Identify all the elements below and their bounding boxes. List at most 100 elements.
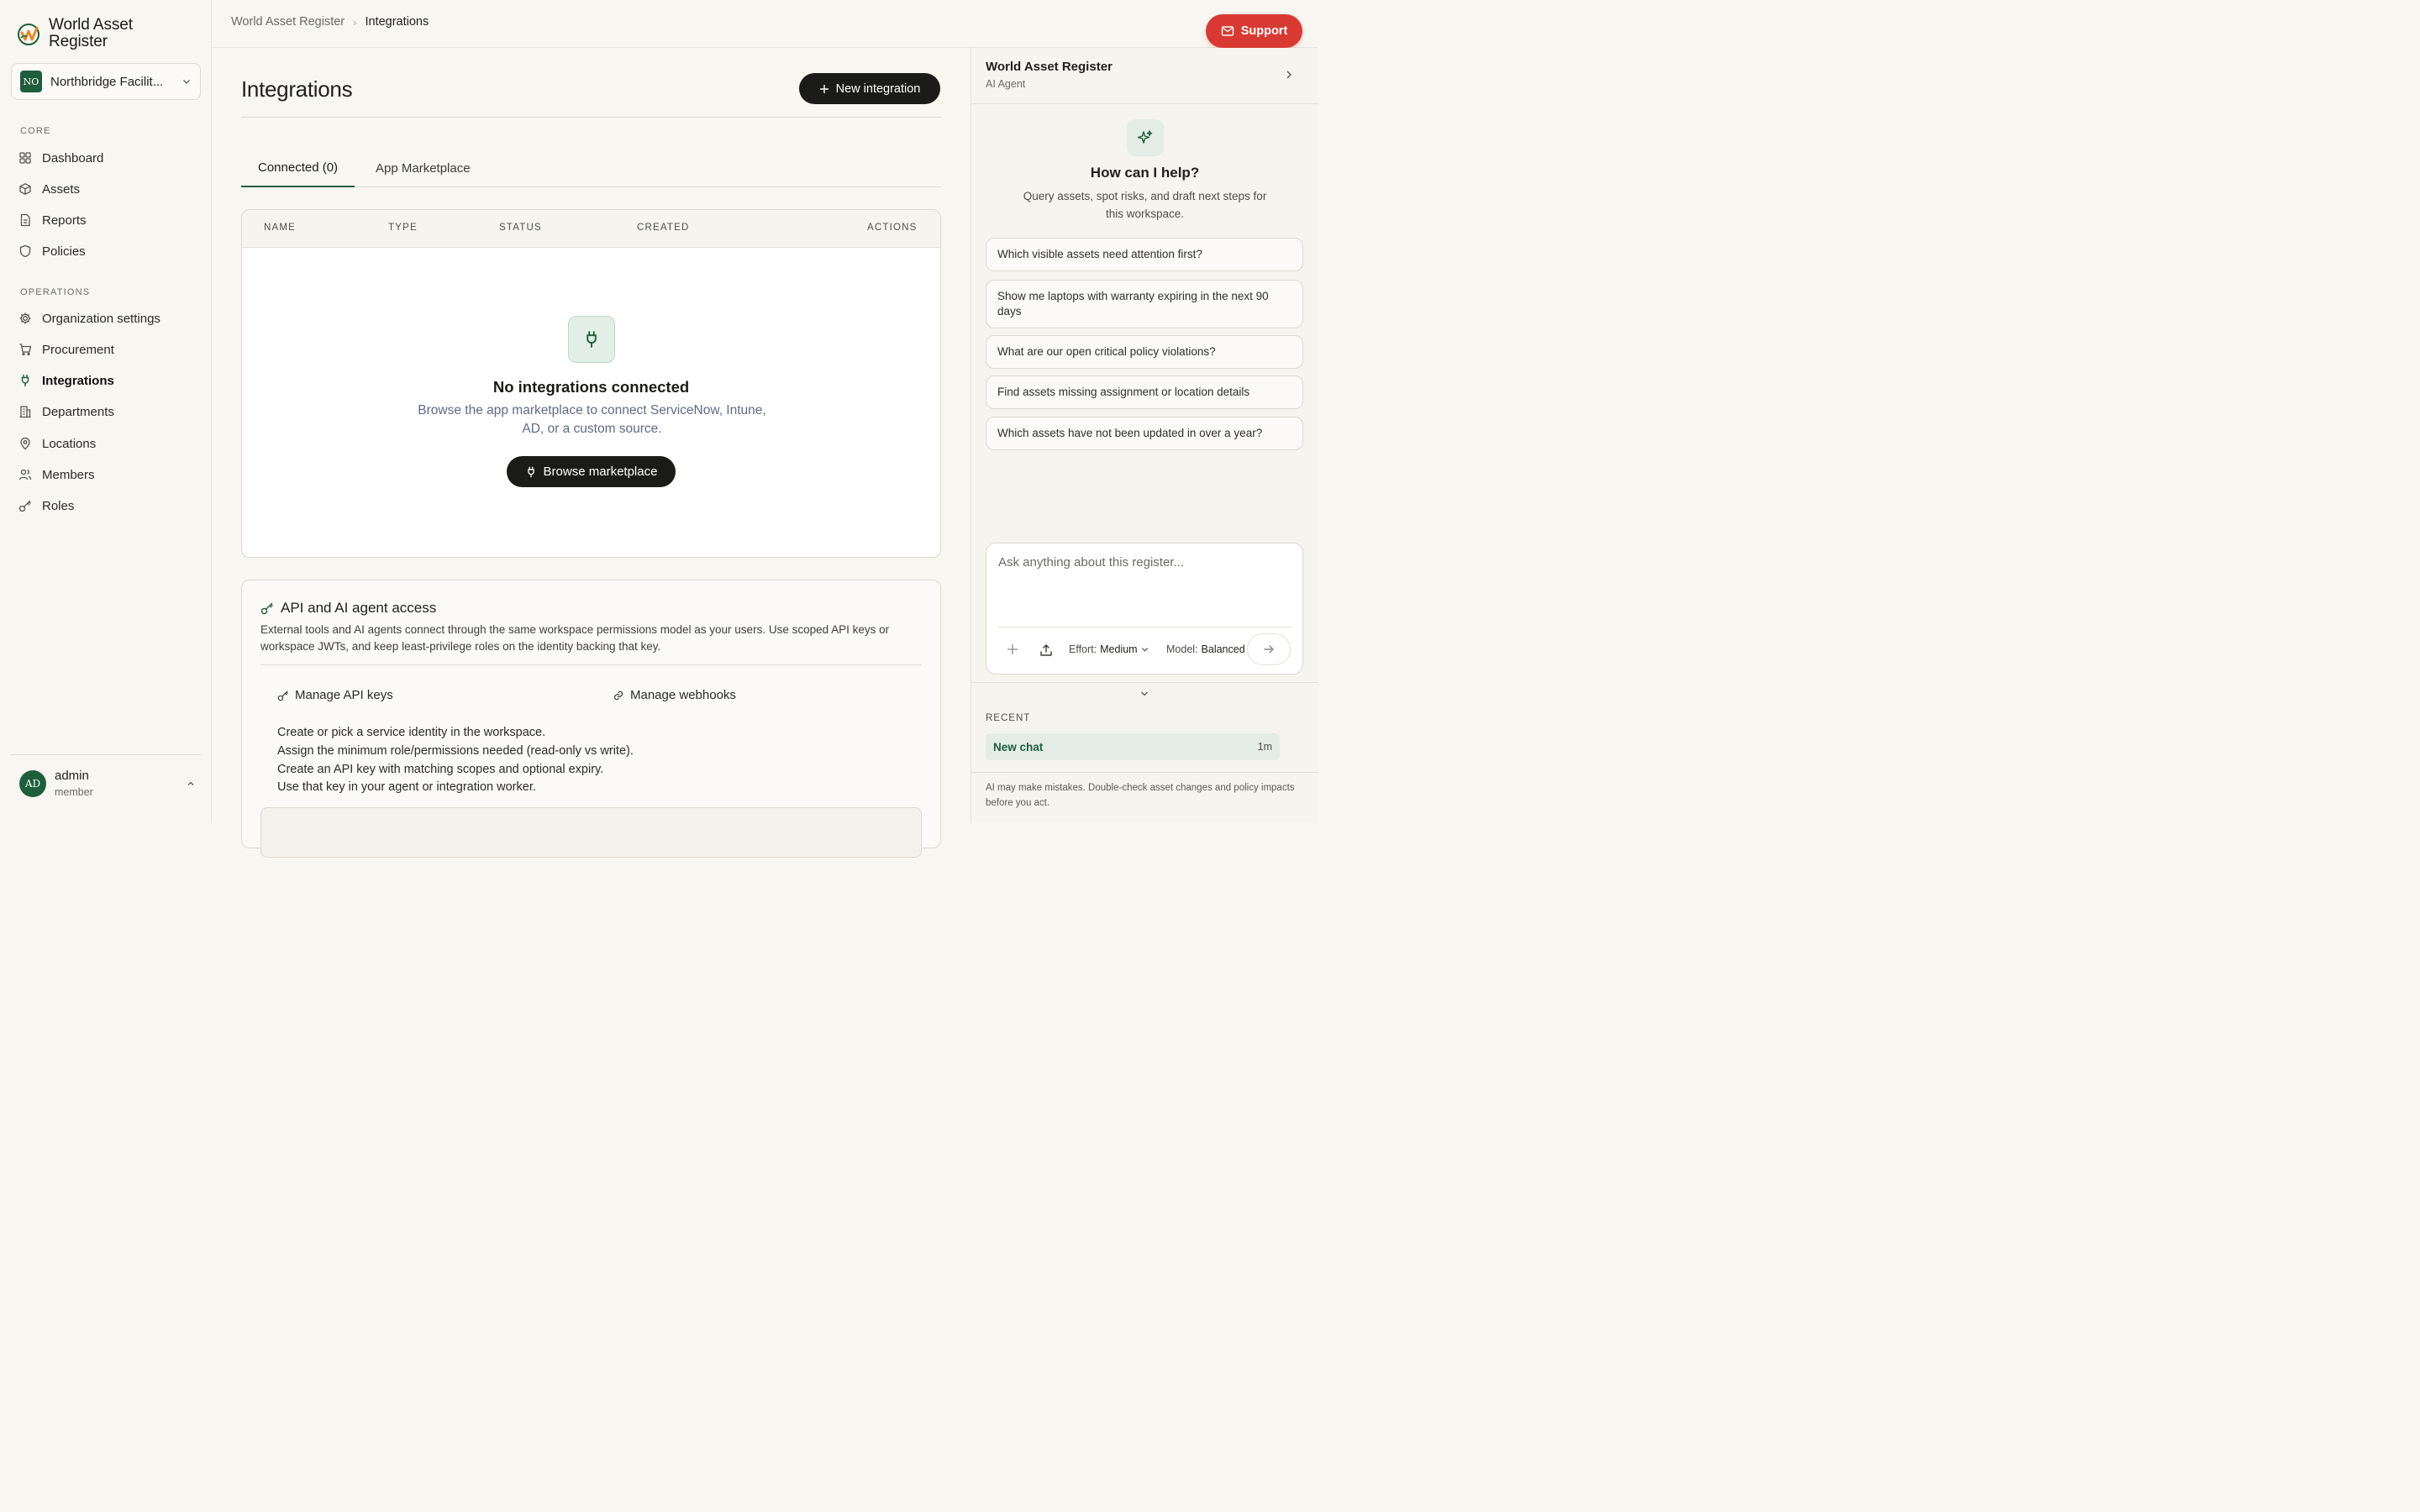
sidebar-item-reports[interactable]: Reports xyxy=(18,210,87,230)
agent-title: World Asset Register xyxy=(986,60,1113,74)
suggestion-chip[interactable]: Which assets have not been updated in ov… xyxy=(986,417,1303,450)
grid-icon xyxy=(19,152,31,164)
browse-marketplace-label: Browse marketplace xyxy=(543,465,658,479)
sidebar-item-locations[interactable]: Locations xyxy=(18,433,96,454)
main-content: Integrations New integration Connected (… xyxy=(213,48,970,858)
sidebar-item-label: Departments xyxy=(42,404,114,419)
org-switcher[interactable]: NO Northbridge Facilit... xyxy=(11,63,201,100)
suggestion-chip[interactable]: Find assets missing assignment or locati… xyxy=(986,375,1303,409)
empty-state-description: Browse the app marketplace to connect Se… xyxy=(418,403,766,436)
api-divider xyxy=(260,664,922,665)
sidebar-item-label: Procurement xyxy=(42,342,114,357)
sidebar-item-policies[interactable]: Policies xyxy=(18,241,86,261)
tab-app-marketplace[interactable]: App Marketplace xyxy=(376,149,471,187)
brand-name: World Asset Register xyxy=(49,16,133,50)
manage-api-keys-link[interactable]: Manage API keys xyxy=(277,688,393,702)
sidebar-item-label: Policies xyxy=(42,244,86,259)
chevron-up-icon xyxy=(187,781,194,785)
suggestion-chip[interactable]: Which visible assets need attention firs… xyxy=(986,238,1303,271)
code-block xyxy=(260,807,922,858)
empty-state-title: No integrations connected xyxy=(492,378,690,396)
sidebar-item-label: Organization settings xyxy=(42,311,160,326)
plus-icon xyxy=(819,84,829,93)
agent-divider xyxy=(971,772,1318,773)
sidebar-item-procurement[interactable]: Procurement xyxy=(18,339,114,360)
plug-icon xyxy=(21,374,29,387)
column-header-name[interactable]: NAME xyxy=(264,223,296,233)
effort-select[interactable]: Effort: Medium xyxy=(1069,643,1149,655)
breadcrumb: World Asset Register › Integrations xyxy=(231,15,429,29)
page-title: Integrations xyxy=(241,76,353,102)
sidebar-item-departments[interactable]: Departments xyxy=(18,402,114,422)
manage-webhooks-label: Manage webhooks xyxy=(630,688,736,702)
org-name: Northbridge Facilit... xyxy=(50,74,164,89)
sidebar-item-dashboard[interactable]: Dashboard xyxy=(18,148,103,168)
plus-icon[interactable] xyxy=(1007,643,1018,655)
column-header-status[interactable]: STATUS xyxy=(499,223,542,233)
new-integration-button[interactable]: New integration xyxy=(799,73,940,104)
agent-divider xyxy=(971,682,1318,683)
sidebar-item-assets[interactable]: Assets xyxy=(18,179,80,199)
breadcrumb-current: Integrations xyxy=(365,15,429,29)
sidebar-item-label: Roles xyxy=(42,498,75,513)
tab-connected[interactable]: Connected (0) xyxy=(241,149,355,187)
operations-section-label: OPERATIONS xyxy=(20,287,91,297)
brand[interactable]: World Asset Register xyxy=(17,17,150,50)
recent-chat-item[interactable]: New chat 1m xyxy=(986,733,1280,760)
ai-agent-panel: World Asset Register AI Agent How can I … xyxy=(971,48,1318,823)
link-icon xyxy=(613,690,623,700)
sidebar-item-roles[interactable]: Roles xyxy=(18,496,74,516)
chat-input[interactable] xyxy=(998,555,1284,570)
manage-webhooks-link[interactable]: Manage webhooks xyxy=(613,688,736,702)
plug-icon xyxy=(587,331,597,348)
sparkle-glyph xyxy=(1137,130,1153,144)
chevron-right-icon[interactable] xyxy=(1283,69,1295,81)
suggestion-chip[interactable]: What are our open critical policy violat… xyxy=(986,335,1303,369)
chat-composer: Effort: Medium Model: Balanced xyxy=(986,543,1303,675)
sidebar-item-organization-settings[interactable]: Organization settings xyxy=(18,308,160,328)
upload-icon[interactable] xyxy=(1039,643,1053,657)
column-header-created[interactable]: CREATED xyxy=(637,223,690,233)
breadcrumb-root[interactable]: World Asset Register xyxy=(231,15,345,29)
org-badge: NO xyxy=(20,71,42,92)
sidebar-item-label: Locations xyxy=(42,436,97,451)
box-icon xyxy=(19,183,31,195)
sidebar-divider xyxy=(10,754,201,755)
sidebar: World Asset Register NO Northbridge Faci… xyxy=(0,0,212,823)
api-steps-list: Create or pick a service identity in the… xyxy=(277,724,634,797)
cart-icon xyxy=(19,344,32,356)
suggestion-chip[interactable]: Show me laptops with warranty expiring i… xyxy=(986,280,1303,328)
model-select[interactable]: Model: Balanced xyxy=(1166,643,1256,655)
model-value: Balanced xyxy=(1201,643,1245,655)
integrations-table: NAME TYPE STATUS CREATED ACTIONS No inte… xyxy=(241,209,941,558)
agent-subtitle: AI Agent xyxy=(986,78,1026,90)
recent-chat-title: New chat xyxy=(993,740,1044,753)
list-item: Assign the minimum role/permissions need… xyxy=(277,743,634,758)
sparkle-icon xyxy=(1127,119,1164,156)
column-header-type[interactable]: TYPE xyxy=(388,223,418,233)
gear-icon xyxy=(19,312,31,324)
users-icon xyxy=(18,469,32,480)
sidebar-item-label: Reports xyxy=(42,213,87,228)
column-header-actions: ACTIONS xyxy=(867,223,918,233)
support-button[interactable]: Support xyxy=(1206,14,1302,48)
browse-marketplace-button[interactable]: Browse marketplace xyxy=(507,456,676,487)
list-item: Use that key in your agent or integratio… xyxy=(277,780,536,795)
core-section-label: CORE xyxy=(20,126,51,136)
chevron-down-icon[interactable] xyxy=(1140,690,1149,698)
sidebar-item-members[interactable]: Members xyxy=(18,465,95,485)
ai-disclaimer: AI may make mistakes. Double-check asset… xyxy=(986,783,1295,808)
document-icon xyxy=(20,213,30,227)
top-bar: World Asset Register › Integrations Supp… xyxy=(213,0,1318,48)
sidebar-item-integrations[interactable]: Integrations xyxy=(18,370,114,391)
pin-icon xyxy=(20,437,30,450)
key-icon xyxy=(18,500,31,512)
list-item: Create an API key with matching scopes a… xyxy=(277,762,604,776)
send-button[interactable] xyxy=(1247,633,1291,665)
recent-chat-time: 1m xyxy=(1257,741,1272,753)
effort-label: Effort: xyxy=(1069,643,1097,655)
key-icon xyxy=(260,602,273,615)
user-menu[interactable]: AD admin member xyxy=(19,769,196,798)
model-label: Model: xyxy=(1166,643,1198,655)
avatar: AD xyxy=(19,769,46,797)
